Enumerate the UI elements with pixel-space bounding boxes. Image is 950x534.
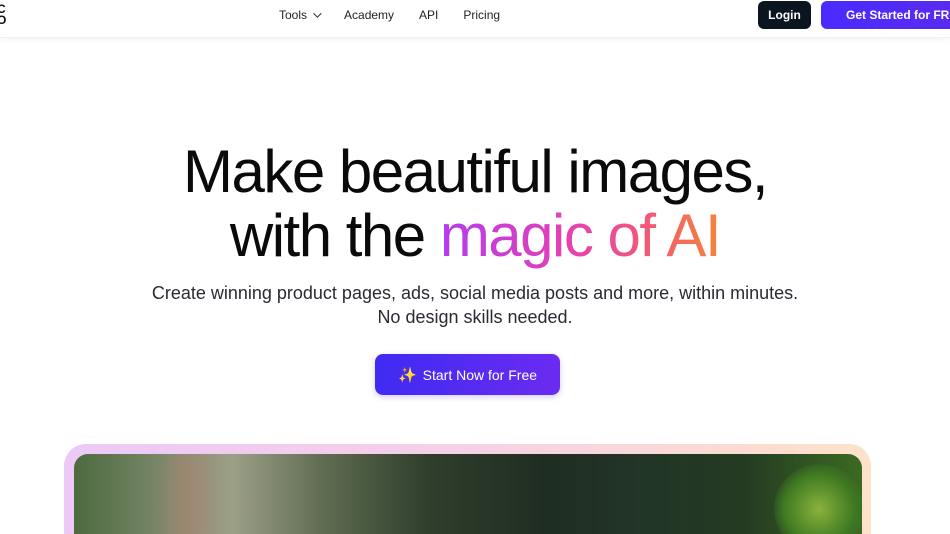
hero-title-line-2: with the magic of AI xyxy=(0,204,950,268)
login-button[interactable]: Login xyxy=(758,1,811,29)
brand-logo[interactable]: C O xyxy=(0,3,11,27)
hero-title-gradient: magic of AI xyxy=(439,202,722,269)
nav-pricing[interactable]: Pricing xyxy=(463,8,500,22)
image-blur-highlight xyxy=(169,454,209,534)
hero-subtitle-line-2: No design skills needed. xyxy=(377,307,573,327)
hero-title-line-1: Make beautiful images, xyxy=(183,138,769,205)
hero-subtitle-line-1: Create winning product pages, ads, socia… xyxy=(151,283,799,303)
hero-image xyxy=(74,454,862,534)
main-nav: Tools Academy API Pricing xyxy=(279,0,525,30)
top-navbar: C O Tools Academy API Pricing Login Get … xyxy=(0,0,950,38)
nav-tools-label: Tools xyxy=(279,8,308,22)
nav-api[interactable]: API xyxy=(419,8,438,22)
nav-academy[interactable]: Academy xyxy=(344,8,394,22)
logo-line-2: O xyxy=(0,13,6,27)
start-now-button[interactable]: ✨ Start Now for Free xyxy=(375,354,560,395)
start-now-label: Start Now for Free xyxy=(422,366,538,383)
hero-title-plain: with the xyxy=(229,202,440,269)
image-leaf-detail xyxy=(774,464,862,534)
nav-tools[interactable]: Tools xyxy=(279,8,322,22)
chevron-down-icon xyxy=(313,9,322,18)
sparkle-icon: ✨ xyxy=(397,366,417,384)
get-started-button[interactable]: Get Started for FREE xyxy=(821,1,950,29)
